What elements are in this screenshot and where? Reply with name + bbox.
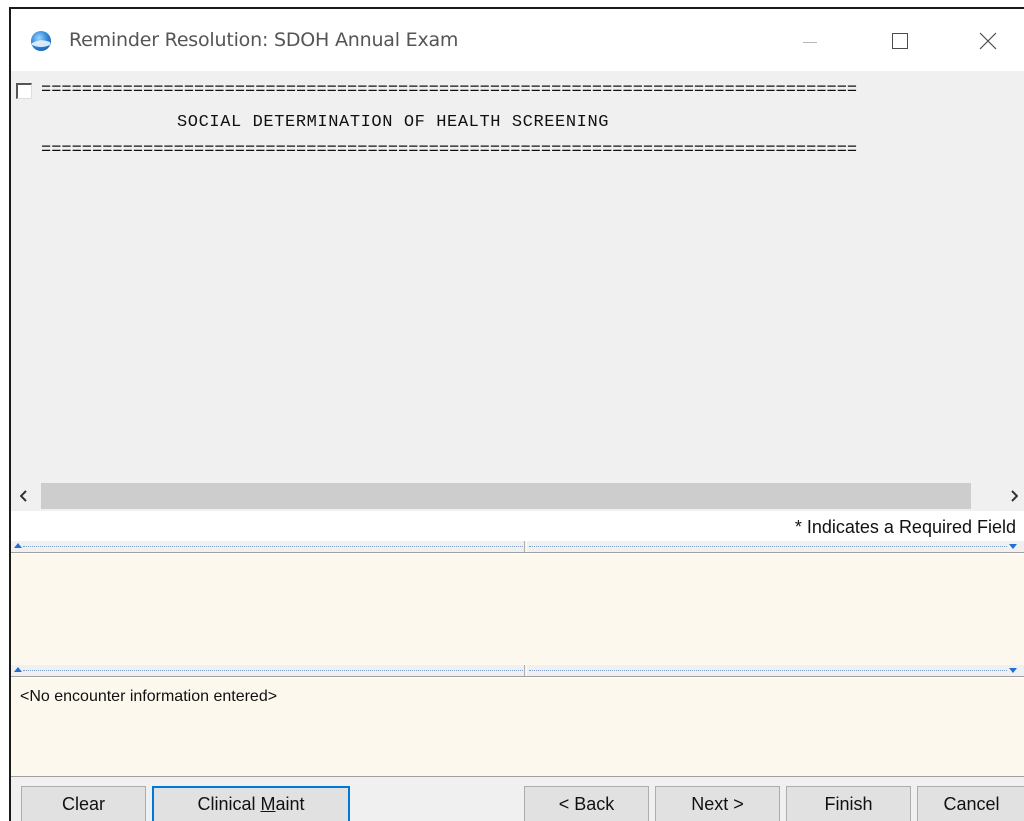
window-title: Reminder Resolution: SDOH Annual Exam [69,29,459,51]
clear-button[interactable]: Clear [21,786,146,821]
minimize-icon [803,42,817,43]
scroll-left-button[interactable] [11,481,41,511]
chevron-left-icon [20,490,27,502]
required-field-note: * Indicates a Required Field [794,517,1016,537]
text-preview-panel [11,554,1024,665]
panel-splitter-bottom[interactable] [11,665,1024,677]
splitter-grip[interactable] [524,541,527,552]
splitter-up-arrow-icon[interactable] [14,667,22,672]
panel-splitter-top[interactable] [11,541,1024,553]
splitter-down-arrow-icon[interactable] [1009,668,1017,673]
button-bar: Clear Clinical Maint < Back Next > Finis… [11,776,1024,821]
encounter-info-panel: <No encounter information entered> [11,678,1024,776]
reminder-dialog-content: ========================================… [11,71,1024,481]
scroll-right-button[interactable] [996,481,1024,511]
horizontal-scrollbar[interactable] [11,481,1024,511]
maximize-button[interactable] [875,21,925,61]
splitter-down-arrow-icon[interactable] [1009,544,1017,549]
chevron-right-icon [1011,490,1018,502]
finish-button[interactable]: Finish [786,786,911,821]
splitter-grip[interactable] [524,665,527,676]
section-header: SOCIAL DETERMINATION OF HEALTH SCREENING [177,113,610,132]
back-button[interactable]: < Back [524,786,649,821]
next-button[interactable]: Next > [655,786,780,821]
section-checkbox[interactable] [16,83,32,99]
separator-line-top: ========================================… [41,81,858,100]
app-globe-icon [31,31,51,51]
separator-line-bottom: ========================================… [41,141,858,160]
scroll-thumb[interactable] [41,483,971,509]
close-icon [979,32,997,50]
clinical-maint-button[interactable]: Clinical Maint [152,786,350,821]
splitter-up-arrow-icon[interactable] [14,543,22,548]
cancel-button[interactable]: Cancel [917,786,1024,821]
maximize-icon [892,33,908,49]
close-button[interactable] [963,21,1013,61]
reminder-resolution-window: Reminder Resolution: SDOH Annual Exam ==… [9,7,1024,821]
minimize-button[interactable] [784,21,834,61]
title-bar[interactable]: Reminder Resolution: SDOH Annual Exam [11,9,1024,71]
encounter-info-text: <No encounter information entered> [20,688,278,705]
